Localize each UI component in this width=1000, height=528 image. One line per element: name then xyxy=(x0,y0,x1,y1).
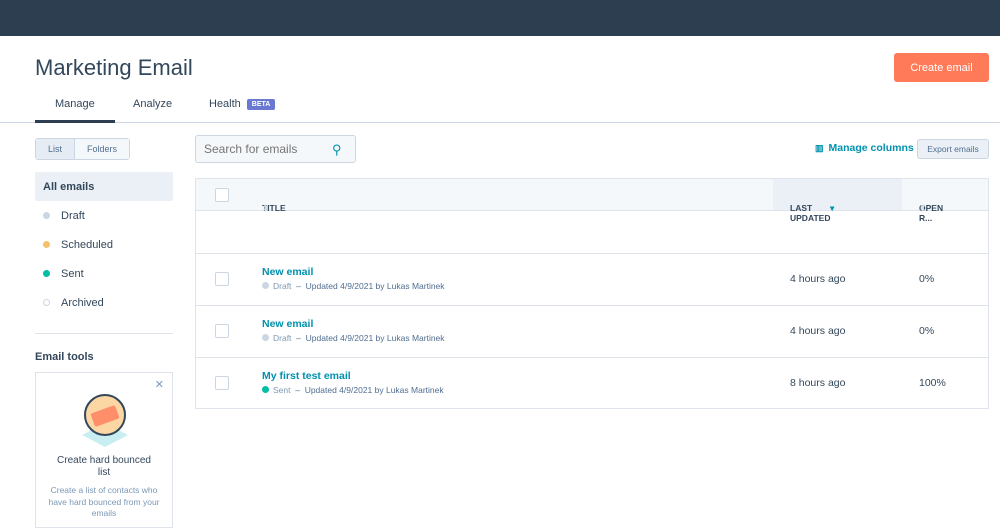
folders-view-button[interactable]: Folders xyxy=(75,139,130,159)
tab-bar: Manage Analyze Health BETA xyxy=(0,90,1000,123)
last-updated-cell: 8 hours ago xyxy=(790,377,846,389)
status-dot-icon xyxy=(43,241,50,248)
table-row[interactable]: My first test email Sent – Updated 4/9/2… xyxy=(196,357,988,409)
last-updated-cell: 4 hours ago xyxy=(790,273,846,285)
export-emails-button[interactable]: Export emails xyxy=(917,139,989,159)
table-row[interactable]: New email Draft – Updated 4/9/2021 by Lu… xyxy=(196,305,988,357)
sidebar-item-archived[interactable]: Archived xyxy=(35,288,173,317)
email-title-link[interactable]: New email xyxy=(262,266,313,278)
open-rate-cell: 100% xyxy=(919,377,946,389)
sidebar-item-all-emails[interactable]: All emails xyxy=(35,172,173,201)
last-updated-cell: 4 hours ago xyxy=(790,325,846,337)
manage-columns-label: Manage columns xyxy=(828,142,914,154)
sidebar-item-label: Sent xyxy=(61,267,84,280)
columns-icon: ▥ xyxy=(815,143,824,153)
emails-table: TITLE ⇕ LAST UPDATED ▾ OPEN R... ⇕ New em… xyxy=(195,178,989,409)
status-dot-icon xyxy=(43,270,50,277)
tab-health-label: Health xyxy=(209,98,241,110)
table-header: TITLE ⇕ LAST UPDATED ▾ OPEN R... ⇕ xyxy=(196,179,988,223)
email-status-line: Draft – Updated 4/9/2021 by Lukas Martin… xyxy=(262,281,445,291)
email-tools-heading: Email tools xyxy=(35,351,94,363)
sidebar-item-label: All emails xyxy=(43,180,95,193)
status-dot-icon xyxy=(43,299,50,306)
card-title: Create hard bounced list xyxy=(57,455,151,478)
open-rate-cell: 0% xyxy=(919,325,935,337)
sidebar-item-label: Scheduled xyxy=(61,238,113,251)
status-dot-icon xyxy=(262,334,269,341)
sidebar-item-scheduled[interactable]: Scheduled xyxy=(35,230,173,259)
email-tool-card[interactable]: ✕ Create hard bounced list Create a list… xyxy=(35,372,173,528)
email-title-link[interactable]: New email xyxy=(262,318,313,330)
status-dot-icon xyxy=(43,212,50,219)
sidebar-item-label: Draft xyxy=(61,209,85,222)
view-toggle: List Folders xyxy=(35,138,131,160)
sidebar-item-draft[interactable]: Draft xyxy=(35,201,173,230)
tab-manage[interactable]: Manage xyxy=(35,98,115,123)
list-view-button[interactable]: List xyxy=(36,139,76,159)
manage-columns-link[interactable]: ▥ Manage columns xyxy=(815,142,914,154)
bounced-list-illustration-icon xyxy=(82,394,128,447)
divider xyxy=(35,333,173,334)
row-checkbox[interactable] xyxy=(215,272,229,286)
status-dot-icon xyxy=(262,386,269,393)
email-title-link[interactable]: My first test email xyxy=(262,370,351,382)
row-checkbox[interactable] xyxy=(215,376,229,390)
table-row[interactable]: New email Draft – Updated 4/9/2021 by Lu… xyxy=(196,253,988,305)
sidebar: All emails Draft Scheduled Sent Archived xyxy=(35,172,173,317)
email-status-line: Sent – Updated 4/9/2021 by Lukas Martine… xyxy=(262,385,444,395)
page-title: Marketing Email xyxy=(35,55,193,80)
email-status-line: Draft – Updated 4/9/2021 by Lukas Martin… xyxy=(262,333,445,343)
create-email-button[interactable]: Create email xyxy=(894,53,989,82)
search-icon[interactable]: ⚲ xyxy=(332,142,342,158)
card-description: Create a list of contacts who have hard … xyxy=(48,485,160,518)
tab-analyze[interactable]: Analyze xyxy=(133,98,172,110)
status-dot-icon xyxy=(262,282,269,289)
beta-badge: BETA xyxy=(246,99,276,110)
top-nav-bar xyxy=(0,0,1000,36)
sidebar-item-label: Archived xyxy=(61,296,104,309)
sidebar-item-sent[interactable]: Sent xyxy=(35,259,173,288)
select-all-checkbox[interactable] xyxy=(215,188,229,202)
open-rate-cell: 0% xyxy=(919,273,935,285)
row-checkbox[interactable] xyxy=(215,324,229,338)
close-icon[interactable]: ✕ xyxy=(155,378,164,391)
tab-health[interactable]: Health BETA xyxy=(209,98,276,110)
